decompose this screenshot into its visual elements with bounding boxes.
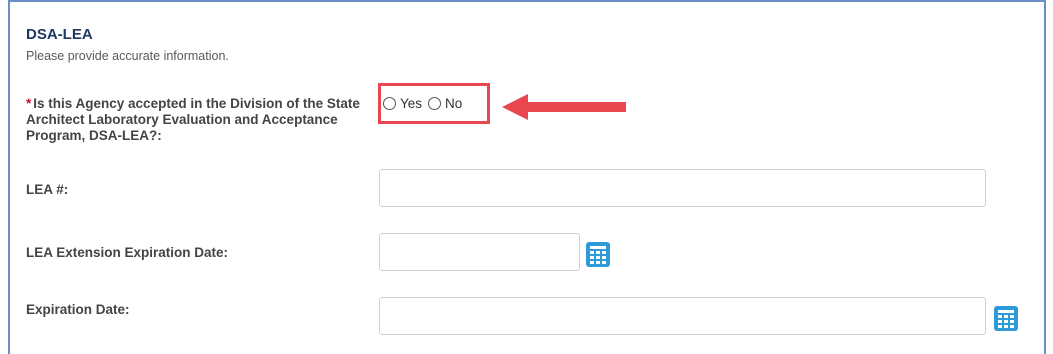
radio-yes[interactable] xyxy=(383,97,396,110)
radio-yes-label[interactable]: Yes xyxy=(400,96,422,111)
lea-extension-expiration-input[interactable] xyxy=(379,233,580,271)
yes-no-radio-group: Yes No xyxy=(378,83,490,124)
arrow-left-icon xyxy=(502,94,626,120)
dsa-lea-question-label: * Is this Agency accepted in the Division… xyxy=(26,96,381,144)
section-title: DSA-LEA xyxy=(26,26,93,43)
radio-no[interactable] xyxy=(428,97,442,110)
expiration-date-input[interactable] xyxy=(379,297,986,335)
expiration-date-label: Expiration Date: xyxy=(26,302,130,317)
radio-no-label[interactable]: No xyxy=(445,96,462,111)
required-mark: * xyxy=(26,96,32,111)
calendar-icon[interactable] xyxy=(994,306,1018,331)
lea-number-label: LEA #: xyxy=(26,182,69,197)
calendar-icon[interactable] xyxy=(586,242,610,267)
lea-number-input[interactable] xyxy=(379,169,986,207)
section-subtitle: Please provide accurate information. xyxy=(26,49,229,63)
question-text: Is this Agency accepted in the Division … xyxy=(26,96,360,143)
lea-extension-expiration-label: LEA Extension Expiration Date: xyxy=(26,245,229,260)
